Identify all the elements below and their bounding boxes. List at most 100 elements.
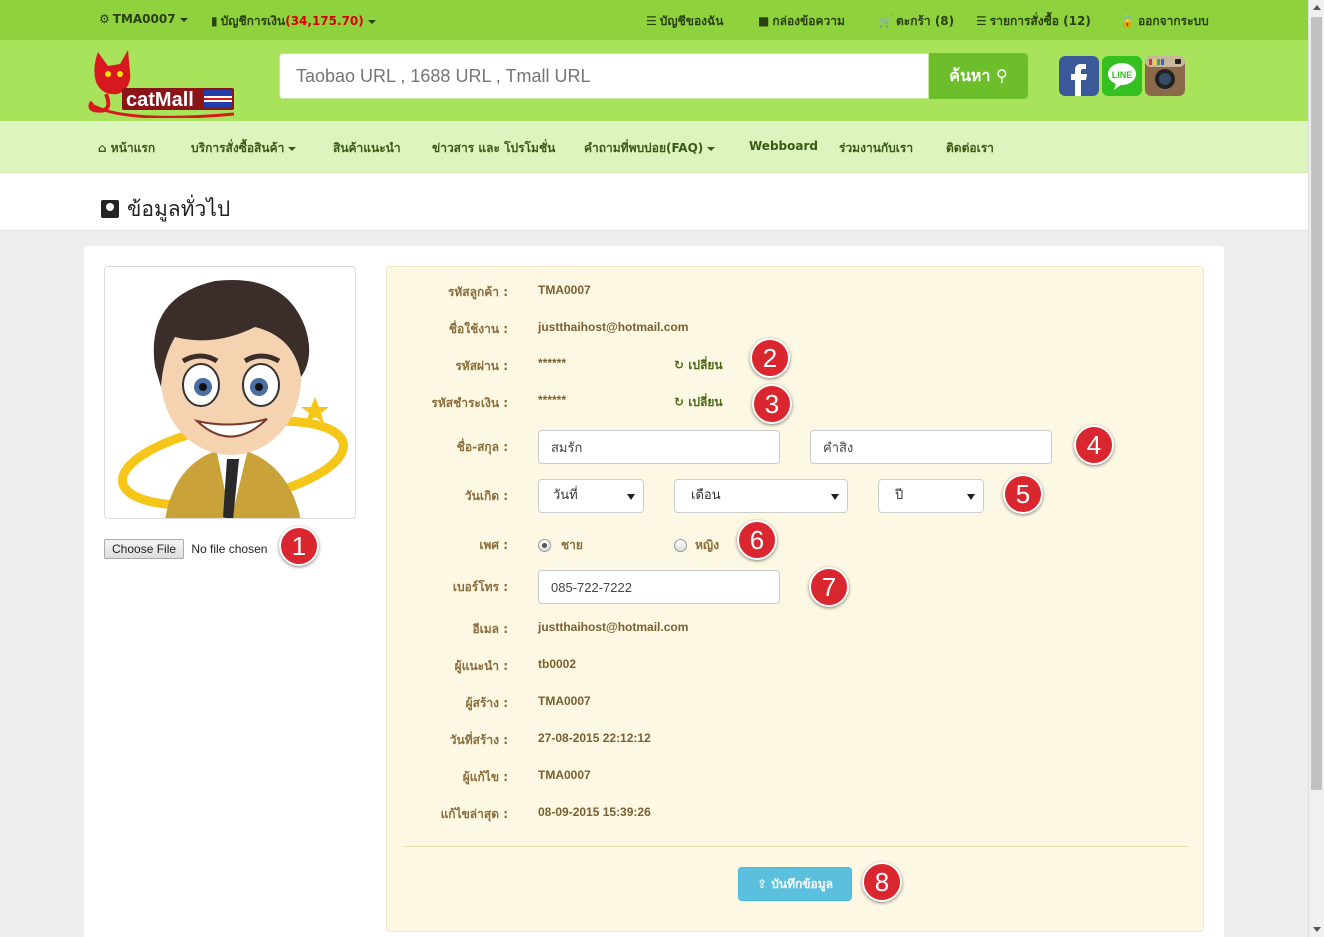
nav-news[interactable]: ข่าวสาร และ โปรโมชั่น [432,139,555,158]
nav-contact[interactable]: ติดต่อเรา [946,139,994,158]
annotation-badge-4: 4 [1074,425,1114,465]
dropdown-arrow-icon [627,494,635,500]
change-password-label: เปลี่ยน [688,358,723,372]
search-button[interactable]: ค้นหา ⚲ [929,53,1028,99]
birthday-day-select[interactable]: วันที่ [538,479,644,513]
created-at-label: วันที่สร้าง : [449,733,508,747]
password-value: ****** [538,356,567,370]
orders-link[interactable]: ☰ รายการสั่งซื้อ (12) [976,12,1091,31]
annotation-badge-5: 5 [1003,474,1043,514]
refresh-icon: ↻ [674,358,685,372]
customer-id-value: TMA0007 [538,283,591,297]
chevron-down-icon [367,19,376,24]
phone-input[interactable] [538,570,780,604]
instagram-icon[interactable] [1145,56,1185,96]
cart-label: ตะกร้า (8) [895,14,955,28]
user-menu[interactable]: ⚙ TMA0007 [99,12,188,26]
created-at-value: 27-08-2015 22:12:12 [538,731,651,745]
share-icon: ⇪ [757,876,768,891]
search-icon: ⚲ [996,65,1008,85]
top-bar: ⚙ TMA0007 ▮ บัญชีการเงิน(34,175.70) ☰ บัญชี… [0,0,1308,40]
gender-male-radio[interactable] [538,539,551,552]
my-account-link[interactable]: ☰ บัญชีของฉัน [646,12,723,31]
dropdown-arrow-icon [967,494,975,500]
editor-value: TMA0007 [538,768,591,782]
search-input[interactable] [279,53,929,99]
gender-female-radio[interactable] [674,539,687,552]
fullname-label: ชื่อ-สกุล : [456,440,508,454]
annotation-badge-6: 6 [737,520,777,560]
refresh-icon: ↻ [674,395,685,409]
creator-value: TMA0007 [538,694,591,708]
birthday-label: วันเกิด : [464,489,508,503]
my-account-label: บัญชีของฉัน [659,14,724,28]
logout-label: ออกจากระบบ [1137,14,1209,28]
last-name-input[interactable] [810,430,1052,464]
form-divider [403,846,1188,847]
page-title-text: ข้อมูลทั่วไป [127,197,231,221]
email-label: อีเมล : [472,622,508,636]
user-id: TMA0007 [112,12,176,26]
nav-home[interactable]: ⌂ หน้าแรก [98,139,155,158]
logo-text: catMall [126,89,194,111]
header: catMall ค้นหา ⚲ LINE [0,40,1308,121]
cart-link[interactable]: 🛒 ตะกร้า (8) [878,12,954,31]
save-button-label: บันทึกข้อมูล [771,876,833,891]
customer-id-label: รหัสลูกค้า : [447,285,508,299]
nav-faq[interactable]: คำถามที่พบบ่อย(FAQ) [584,139,716,158]
choose-file-button[interactable]: Choose File [104,539,185,559]
gear-icon: ⚙ [99,12,110,26]
profile-form [386,266,1204,932]
nav-recommended[interactable]: สินค้าแนะนำ [333,139,401,158]
account-balance: (34,175.70) [285,14,364,28]
inbox-link[interactable]: ■ กล่องข้อความ [758,12,845,31]
dropdown-arrow-icon [831,494,839,500]
birthday-month-select[interactable]: เดือน [674,479,848,513]
chevron-down-icon [179,17,188,22]
first-name-input[interactable] [538,430,780,464]
inbox-label: กล่องข้อความ [772,14,845,28]
account-menu[interactable]: ▮ บัญชีการเงิน(34,175.70) [211,12,376,31]
catmall-logo[interactable]: catMall [84,44,248,118]
payment-password-label: รหัสชำระเงิน : [431,396,508,410]
month-select-value: เดือน [691,488,721,503]
account-label: บัญชีการเงิน [220,14,286,28]
annotation-badge-8: 8 [862,862,902,902]
email-value: justthaihost@hotmail.com [538,620,689,634]
nav-webboard[interactable]: Webboard [749,139,818,153]
nav-partner-label: ร่วมงานกับเรา [839,141,914,155]
file-status: No file chosen [191,542,268,556]
scroll-up-arrow-icon[interactable] [1313,5,1321,10]
updated-at-label: แก้ไขล่าสุด : [440,807,508,821]
change-password-link[interactable]: ↻ เปลี่ยน [674,356,723,375]
scroll-thumb[interactable] [1311,17,1322,790]
gender-female-label: หญิง [695,538,719,552]
home-icon: ⌂ [98,141,107,155]
annotation-badge-1: 1 [279,526,319,566]
facebook-icon[interactable] [1059,56,1099,96]
chevron-down-icon [707,146,716,151]
page-scrollbar[interactable] [1308,0,1324,937]
password-label: รหัสผ่าน : [455,359,508,373]
page-title: ข้อมูลทั่วไป [101,193,230,226]
referrer-value: tb0002 [538,657,577,671]
nav-contact-label: ติดต่อเรา [946,141,994,155]
line-icon[interactable]: LINE [1102,56,1142,96]
list-icon: ☰ [646,14,657,28]
logout-link[interactable]: 🔒 ออกจากระบบ [1120,12,1209,31]
nav-services-label: บริการสั่งซื้อสินค้า [191,141,285,155]
line-icon-text: LINE [1112,70,1133,80]
nav-home-label: หน้าแรก [110,141,156,155]
save-button[interactable]: ⇪ บันทึกข้อมูล [738,867,852,901]
change-payment-password-link[interactable]: ↻ เปลี่ยน [674,393,723,412]
annotation-badge-7: 7 [809,567,849,607]
search-bar: ค้นหา ⚲ [279,53,1029,99]
payment-password-value: ****** [538,393,567,407]
birthday-year-select[interactable]: ปี [878,479,984,513]
scroll-down-arrow-icon[interactable] [1313,927,1321,932]
nav-faq-label: คำถามที่พบบ่อย(FAQ) [584,141,704,155]
avatar-illustration [118,279,348,518]
nav-partner[interactable]: ร่วมงานกับเรา [839,139,913,158]
nav-services[interactable]: บริการสั่งซื้อสินค้า [191,139,297,158]
referrer-label: ผู้แนะนำ : [454,659,508,673]
